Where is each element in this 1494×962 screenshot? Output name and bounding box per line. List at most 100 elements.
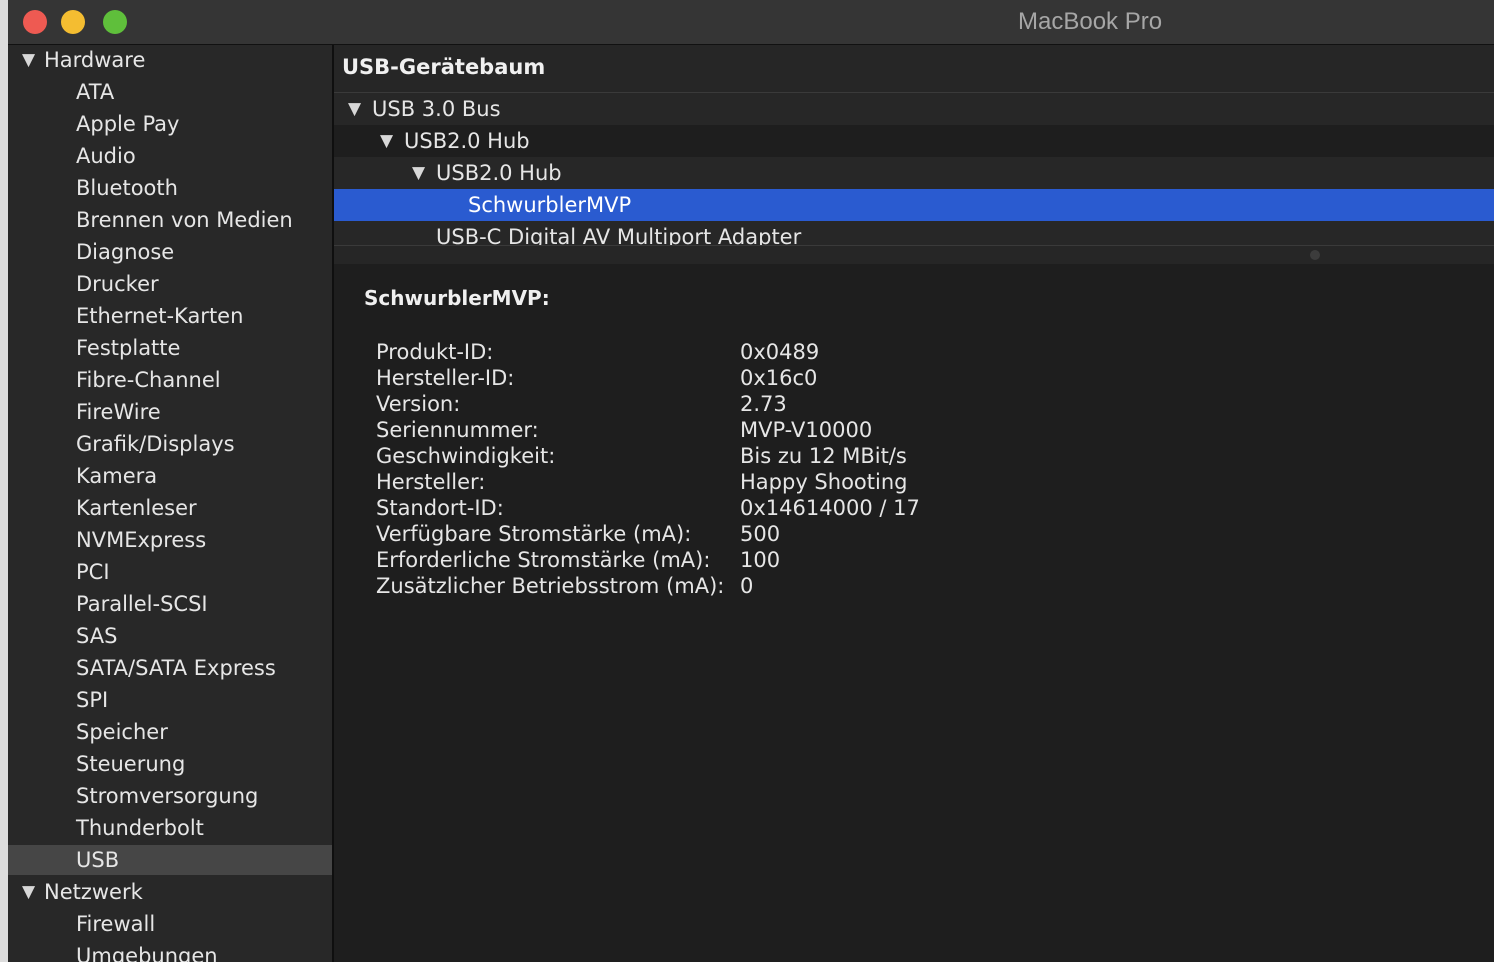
sidebar-item-steuerung[interactable]: Steuerung (8, 749, 332, 779)
sidebar-item-parallel-scsi[interactable]: Parallel-SCSI (8, 589, 332, 619)
sidebar-item-brennen-von-medien[interactable]: Brennen von Medien (8, 205, 332, 235)
property-key: Hersteller: (376, 470, 486, 494)
sidebar-item-fibre-channel[interactable]: Fibre-Channel (8, 365, 332, 395)
title-bar[interactable]: MacBook Pro (8, 0, 1494, 45)
split-view-divider[interactable] (334, 245, 1494, 265)
sidebar-item-label: Speicher (76, 720, 168, 744)
tree-node-label: USB 3.0 Bus (372, 97, 501, 121)
sidebar-item-label: Drucker (76, 272, 159, 296)
sidebar[interactable]: ▼ Hardware ATA Apple Pay Audio Bluetooth Brenn… (8, 45, 332, 962)
disclosure-triangle-icon[interactable]: ▼ (412, 157, 425, 189)
sidebar-item-firewall[interactable]: Firewall (8, 909, 332, 939)
property-value: MVP-V10000 (740, 418, 873, 442)
sidebar-item-speicher[interactable]: Speicher (8, 717, 332, 747)
sidebar-item-sata-sata-express[interactable]: SATA/SATA Express (8, 653, 332, 683)
sidebar-item-label: NVMExpress (76, 528, 207, 552)
sidebar-item-bluetooth[interactable]: Bluetooth (8, 173, 332, 203)
property-value: 100 (740, 548, 781, 572)
sidebar-item-label: Audio (76, 144, 136, 168)
window-title: MacBook Pro (1018, 8, 1163, 35)
property-key: Hersteller-ID: (376, 366, 515, 390)
usb-device-tree[interactable]: ▼ USB 3.0 Bus ▼ USB2.0 Hub ▼ USB2.0 Hub Schwur… (334, 93, 1494, 245)
tree-row[interactable]: ▼ USB 3.0 Bus (334, 93, 1494, 125)
sidebar-item-grafik-displays[interactable]: Grafik/Displays (8, 429, 332, 459)
desktop-background-strip (0, 0, 8, 962)
sidebar-item-label: Umgebungen (76, 944, 218, 962)
disclosure-triangle-icon[interactable]: ▼ (22, 877, 35, 907)
property-key: Standort-ID: (376, 496, 504, 520)
sidebar-item-thunderbolt[interactable]: Thunderbolt (8, 813, 332, 843)
sidebar-item-label: Brennen von Medien (76, 208, 293, 232)
property-key: Erforderliche Stromstärke (mA): (376, 548, 711, 572)
sidebar-group-netzwerk-label: Netzwerk (44, 880, 143, 904)
property-value: 500 (740, 522, 781, 546)
sidebar-item-umgebungen[interactable]: Umgebungen (8, 941, 332, 962)
sidebar-item-firewire[interactable]: FireWire (8, 397, 332, 427)
sidebar-item-drucker[interactable]: Drucker (8, 269, 332, 299)
close-button[interactable] (23, 10, 47, 34)
sidebar-item-label: Kartenleser (76, 496, 197, 520)
system-information-window: MacBook Pro ▼ Hardware ATA Apple Pay Audio Bl… (8, 0, 1494, 962)
sidebar-item-label: Grafik/Displays (76, 432, 235, 456)
sidebar-item-festplatte[interactable]: Festplatte (8, 333, 332, 363)
disclosure-triangle-icon[interactable]: ▼ (348, 93, 361, 125)
sidebar-item-label: Steuerung (76, 752, 186, 776)
sidebar-group-hardware[interactable]: ▼ Hardware (8, 45, 332, 75)
sidebar-group-netzwerk[interactable]: ▼ Netzwerk (8, 877, 332, 907)
sidebar-item-usb[interactable]: USB (8, 845, 332, 875)
sidebar-item-kamera[interactable]: Kamera (8, 461, 332, 491)
property-key: Verfügbare Stromstärke (mA): (376, 522, 692, 546)
sidebar-group-hardware-label: Hardware (44, 48, 146, 72)
sidebar-item-pci[interactable]: PCI (8, 557, 332, 587)
sidebar-item-label: SAS (76, 624, 118, 648)
sidebar-item-ata[interactable]: ATA (8, 77, 332, 107)
tree-node-label: USB2.0 Hub (436, 161, 562, 185)
sidebar-item-kartenleser[interactable]: Kartenleser (8, 493, 332, 523)
sidebar-item-label: Fibre-Channel (76, 368, 221, 392)
sidebar-item-nvmexpress[interactable]: NVMExpress (8, 525, 332, 555)
sidebar-item-label: Thunderbolt (76, 816, 204, 840)
disclosure-triangle-icon[interactable]: ▼ (380, 125, 393, 157)
tree-row[interactable]: USB-C Digital AV Multiport Adapter (334, 221, 1494, 245)
property-key: Produkt-ID: (376, 340, 494, 364)
property-key: Geschwindigkeit: (376, 444, 556, 468)
sidebar-item-label: Festplatte (76, 336, 181, 360)
sidebar-item-label: FireWire (76, 400, 161, 424)
sidebar-item-label: PCI (76, 560, 110, 584)
property-key: Zusätzlicher Betriebsstrom (mA): (376, 574, 725, 598)
sidebar-item-label: SATA/SATA Express (76, 656, 276, 680)
sidebar-item-diagnose[interactable]: Diagnose (8, 237, 332, 267)
property-value: 0x0489 (740, 340, 820, 364)
tree-row[interactable]: SchwurblerMVP (334, 189, 1494, 221)
tree-row[interactable]: ▼ USB2.0 Hub (334, 157, 1494, 189)
minimize-button[interactable] (61, 10, 85, 34)
detail-pane: SchwurblerMVP: Produkt-ID: 0x0489 Herstell… (334, 264, 1494, 962)
sidebar-item-apple-pay[interactable]: Apple Pay (8, 109, 332, 139)
sidebar-item-label: USB (76, 848, 120, 872)
tree-node-label: USB-C Digital AV Multiport Adapter (436, 225, 802, 245)
sidebar-item-label: SPI (76, 688, 109, 712)
property-value: 0x14614000 / 17 (740, 496, 920, 520)
sidebar-item-audio[interactable]: Audio (8, 141, 332, 171)
property-value: 2.73 (740, 392, 787, 416)
property-value: Bis zu 12 MBit/s (740, 444, 907, 468)
sidebar-item-stromversorgung[interactable]: Stromversorgung (8, 781, 332, 811)
sidebar-item-sas[interactable]: SAS (8, 621, 332, 651)
sidebar-item-label: Parallel-SCSI (76, 592, 208, 616)
pane-title: USB-Gerätebaum (342, 55, 546, 79)
property-value: Happy Shooting (740, 470, 908, 494)
zoom-button[interactable] (103, 10, 127, 34)
sidebar-item-label: Kamera (76, 464, 158, 488)
disclosure-triangle-icon[interactable]: ▼ (22, 45, 35, 75)
tree-node-label: SchwurblerMVP (468, 193, 632, 217)
pane-header: USB-Gerätebaum (334, 45, 1494, 93)
sidebar-item-label: Apple Pay (76, 112, 180, 136)
tree-node-label: USB2.0 Hub (404, 129, 530, 153)
main-pane: USB-Gerätebaum ▼ USB 3.0 Bus ▼ USB2.0 Hub ▼ U… (334, 45, 1494, 962)
split-handle-icon[interactable] (1310, 250, 1320, 260)
property-value: 0x16c0 (740, 366, 818, 390)
sidebar-item-ethernet-karten[interactable]: Ethernet-Karten (8, 301, 332, 331)
sidebar-item-spi[interactable]: SPI (8, 685, 332, 715)
tree-row[interactable]: ▼ USB2.0 Hub (334, 125, 1494, 157)
property-value: 0 (740, 574, 754, 598)
